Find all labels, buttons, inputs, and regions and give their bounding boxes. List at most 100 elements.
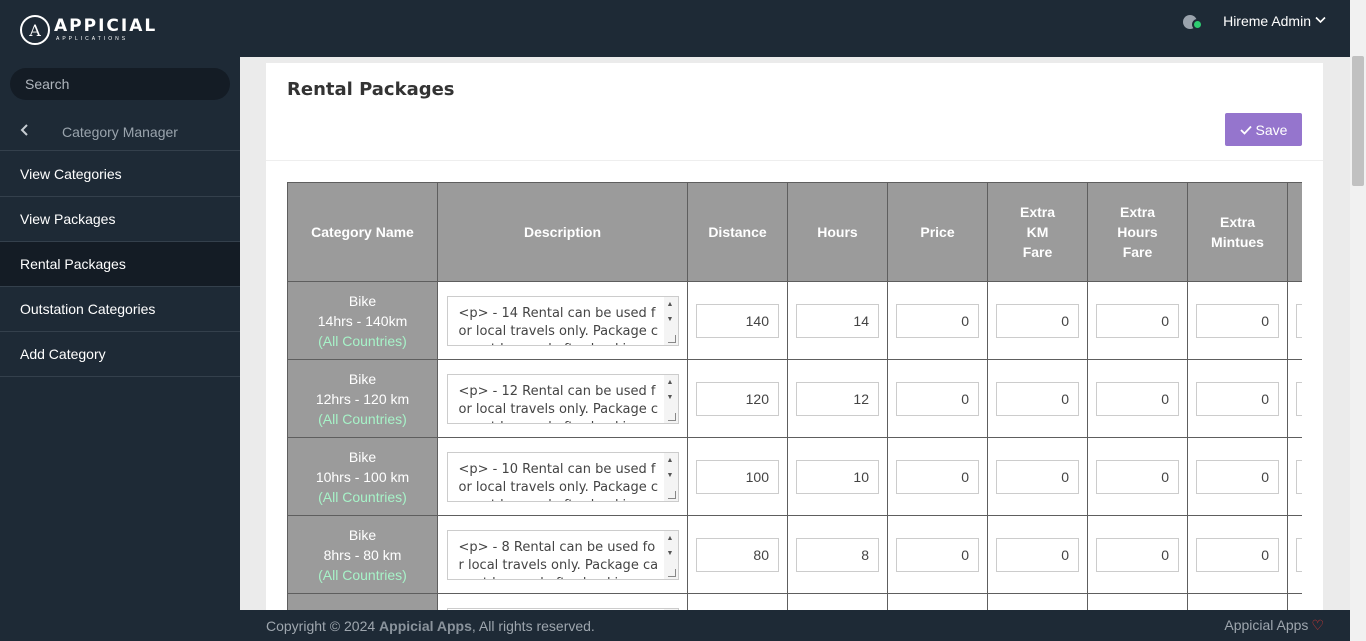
overflow-input[interactable] [1296,537,1302,572]
sidebar-item-view-categories[interactable]: View Categories [0,152,240,197]
package-name: 8hrs - 80 km [323,546,402,563]
extra-minutes-input[interactable] [1196,537,1279,572]
textarea-scrollbar[interactable]: ▲▼ [663,374,678,423]
country-label: (All Countries) [318,566,407,583]
price-cell [887,281,988,360]
textarea-scrollbar[interactable]: ▲▼ [663,296,678,345]
hours-input[interactable] [796,537,879,572]
category-manager-header[interactable]: Category Manager [0,113,240,151]
textarea-scrollbar[interactable]: ▲▼ [663,452,678,501]
distance-input[interactable] [696,381,779,416]
category-cell: Bike 8hrs - 80 km (All Countries) [287,515,438,594]
hours-input[interactable] [796,381,879,416]
extra-km-fare-input[interactable] [996,303,1079,338]
user-menu[interactable]: Hireme Admin [1183,12,1326,30]
chevron-left-icon[interactable] [20,123,62,141]
extra-hours-fare-input[interactable] [1096,381,1179,416]
col-extra-minutes: Extra Mintues [1187,182,1288,282]
user-name: Hireme Admin [1223,13,1311,29]
price-cell [887,359,988,438]
overflow-input[interactable] [1296,459,1302,494]
hours-input[interactable] [796,303,879,338]
col-distance: Distance [687,182,788,282]
description-textarea[interactable]: <p> - 12 Rental can be used for local tr… [446,373,679,424]
extra-minutes-input[interactable] [1196,381,1279,416]
app-logo[interactable]: A APPICIAL APPLICATIONS [20,14,157,46]
extra-hours-fare-cell [1087,281,1188,360]
rental-packages-table-wrap[interactable]: Category Name Description Distance Hours… [287,182,1302,610]
category-name: Bike [348,448,377,465]
extra-minutes-input[interactable] [1196,303,1279,338]
distance-input[interactable] [696,303,779,338]
divider [266,160,1323,161]
page-title: Rental Packages [287,79,455,100]
extra-hours-fare-cell [1087,437,1188,516]
sidebar-item-view-packages[interactable]: View Packages [0,197,240,242]
price-input[interactable] [896,459,979,494]
table-row: Bike 10hrs - 100 km (All Countries) <p> - 1… [287,437,1302,516]
extra-minutes-input[interactable] [1196,459,1279,494]
description-textarea[interactable]: <p> - 10 Rental can be used for local tr… [446,451,679,502]
extra-hours-fare-input[interactable] [1096,459,1179,494]
hours-cell [787,437,888,516]
overflow-cell [1287,359,1302,438]
extra-minutes-cell [1187,593,1288,610]
extra-km-fare-input[interactable] [996,459,1079,494]
price-input[interactable] [896,303,979,338]
table-row: Bike 14hrs - 140km (All Countries) <p> - 14… [287,281,1302,360]
price-cell [887,515,988,594]
copyright: Copyright © 2024 Appicial Apps, All righ… [266,617,595,634]
extra-hours-fare-cell [1087,593,1188,610]
description-textarea[interactable]: <p> - 8 Rental can be used for local tra… [446,529,679,580]
col-category-name: Category Name [287,182,438,282]
page-scrollbar[interactable] [1350,0,1366,641]
description-textarea[interactable]: <p> - 14 Rental can be used for local tr… [446,295,679,346]
distance-cell [687,593,788,610]
extra-km-fare-input[interactable] [996,537,1079,572]
description-cell: <p> - 14 Rental can be used for local tr… [437,281,688,360]
country-label: (All Countries) [318,332,407,349]
scrollbar-thumb[interactable] [1352,56,1364,186]
sidebar-item-rental-packages[interactable]: Rental Packages [0,242,240,287]
distance-input[interactable] [696,537,779,572]
hours-cell [787,515,888,594]
overflow-input[interactable] [1296,381,1302,416]
save-button[interactable]: Save [1225,113,1302,146]
extra-hours-fare-input[interactable] [1096,537,1179,572]
overflow-cell [1287,515,1302,594]
table-row: Bike 12hrs - 120 km (All Countries) <p> - 1… [287,359,1302,438]
extra-minutes-cell [1187,515,1288,594]
logo-emblem: A [20,15,50,45]
package-name: 10hrs - 100 km [315,468,410,485]
sidebar: Category Manager View Categories View Pa… [0,57,240,641]
col-price: Price [887,182,988,282]
extra-hours-fare-input[interactable] [1096,303,1179,338]
overflow-cell [1287,593,1302,610]
textarea-scrollbar[interactable]: ▲▼ [663,530,678,579]
distance-cell [687,359,788,438]
price-cell [887,437,988,516]
extra-km-fare-input[interactable] [996,381,1079,416]
price-input[interactable] [896,381,979,416]
logo-wordmark: APPICIAL [54,16,158,36]
extra-km-fare-cell [987,515,1088,594]
country-label: (All Countries) [318,488,407,505]
price-input[interactable] [896,537,979,572]
extra-minutes-cell [1187,359,1288,438]
category-cell: Bike 14hrs - 140km (All Countries) [287,281,438,360]
logo-subtitle: APPLICATIONS [56,36,129,42]
category-cell: Bike 12hrs - 120 km (All Countries) [287,359,438,438]
table-row: Bike 8hrs - 80 km (All Countries) <p> - 8 R… [287,515,1302,594]
extra-hours-fare-cell [1087,515,1188,594]
heart-icon: ♡ [1311,617,1324,633]
package-name: 14hrs - 140km [317,312,408,329]
extra-km-fare-cell [987,593,1088,610]
sidebar-item-outstation-categories[interactable]: Outstation Categories [0,287,240,332]
search-input[interactable] [10,68,230,100]
overflow-input[interactable] [1296,303,1302,338]
category-name: Bike [348,526,377,543]
sidebar-item-add-category[interactable]: Add Category [0,332,240,377]
distance-input[interactable] [696,459,779,494]
extra-km-fare-cell [987,281,1088,360]
hours-input[interactable] [796,459,879,494]
